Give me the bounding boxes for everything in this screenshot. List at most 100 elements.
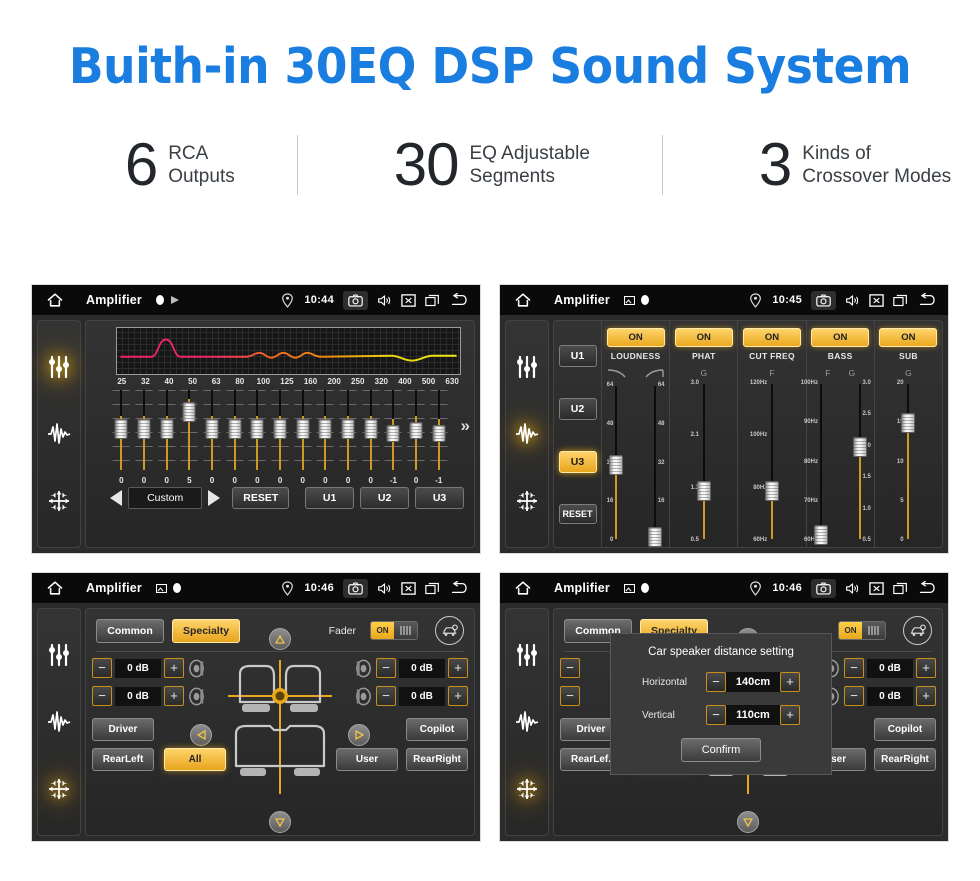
gain-plus-button[interactable]: + [916,686,936,706]
crossover-on-button[interactable]: ON [879,328,938,347]
crossover-on-button[interactable]: ON [743,328,801,347]
camera-button[interactable] [343,290,368,310]
balance-icon[interactable] [514,488,540,514]
eq-band-slider[interactable]: 0 [246,388,269,485]
eq-slider-knob[interactable] [409,422,423,439]
seat-rearright-button[interactable]: RearRight [874,748,936,771]
eq-band-slider[interactable]: 5 [178,388,201,485]
eq-band-slider[interactable]: 0 [223,388,246,485]
eq-band-slider[interactable]: 0 [133,388,156,485]
eq-slider-knob[interactable] [273,419,287,439]
fader-down-button[interactable] [269,811,291,833]
fader-down-button[interactable] [737,811,759,833]
gain-plus-button[interactable]: + [164,658,184,678]
camera-button[interactable] [343,578,368,598]
seat-copilot-button[interactable]: Copilot [406,718,468,741]
eq-band-slider[interactable]: 0 [337,388,360,485]
reset-button[interactable]: RESET [232,487,290,509]
eq-slider-knob[interactable] [432,425,446,443]
camera-button[interactable] [811,578,836,598]
preset-u2-button[interactable]: U2 [360,487,410,509]
preset-prev-button[interactable] [110,490,122,506]
chevron-double-right-icon[interactable]: » [461,417,470,434]
gain-plus-button[interactable]: + [164,686,184,706]
crossover-on-button[interactable]: ON [606,328,665,347]
horizontal-plus-button[interactable]: + [780,672,800,692]
home-icon[interactable] [46,580,64,596]
eq-slider-knob[interactable] [182,402,196,423]
crossover-slider[interactable]: 100Hz 90Hz 80Hz 70Hz 60Hz [801,380,834,546]
preset-u1-button[interactable]: U1 [558,344,597,367]
horizontal-minus-button[interactable]: − [706,672,726,692]
gain-minus-button[interactable]: − [92,658,112,678]
gain-plus-button[interactable]: + [916,658,936,678]
close-box-icon[interactable] [401,581,416,596]
camera-button[interactable] [811,290,836,310]
preset-u3-button[interactable]: U3 [558,450,597,473]
recents-icon[interactable] [425,293,440,308]
home-icon[interactable] [514,292,532,308]
eq-band-slider[interactable]: 0 [314,388,337,485]
seat-all-button[interactable]: All [164,748,226,771]
confirm-button[interactable]: Confirm [681,738,761,762]
waveform-icon[interactable] [514,709,540,735]
crossover-slider[interactable]: 644832160 [643,382,668,547]
eq-band-slider[interactable]: 0 [291,388,314,485]
preset-u1-button[interactable]: U1 [305,487,355,509]
crossover-knob[interactable] [852,437,867,458]
gain-minus-button[interactable]: − [376,686,396,706]
eq-slider-knob[interactable] [296,419,310,439]
preset-next-button[interactable] [208,490,221,506]
eq-slider-knob[interactable] [160,419,174,439]
balance-icon[interactable] [46,776,72,802]
fader-toggle[interactable]: ON [838,621,886,640]
gain-minus-button-left-2[interactable]: − [560,686,580,706]
eq-band-slider[interactable]: 0 [269,388,292,485]
gain-minus-button[interactable]: − [844,686,864,706]
fader-right-button[interactable] [348,724,370,746]
close-box-icon[interactable] [869,581,884,596]
crossover-slider[interactable]: 644832160 [604,382,629,543]
eq-slider-knob[interactable] [386,425,400,443]
eq-slider-knob[interactable] [228,419,242,439]
eq-band-slider[interactable]: 0 [110,388,133,485]
preset-u2-button[interactable]: U2 [558,397,597,420]
recents-icon[interactable] [893,581,908,596]
crossover-knob[interactable] [901,412,916,433]
seat-rearright-button[interactable]: RearRight [406,748,468,771]
seat-rearleft-button[interactable]: RearLeft [92,748,154,771]
waveform-icon[interactable] [46,421,72,447]
gain-plus-button[interactable]: + [448,658,468,678]
volume-icon[interactable] [845,293,860,308]
eq-slider-knob[interactable] [137,419,151,439]
balance-icon[interactable] [46,488,72,514]
volume-icon[interactable] [377,293,392,308]
eq-sliders-icon[interactable] [46,354,72,380]
crossover-knob[interactable] [813,525,828,546]
waveform-icon[interactable] [514,421,540,447]
preset-name[interactable]: Custom [128,487,203,509]
eq-band-slider[interactable]: -1 [382,388,405,485]
crossover-slider[interactable]: 120Hz 100Hz 80Hz 60Hz [750,380,792,543]
back-arrow-icon[interactable] [449,293,470,307]
crossover-knob[interactable] [765,481,779,502]
back-arrow-icon[interactable] [917,581,938,595]
crossover-slider[interactable]: 3.0 2.5 2.0 1.5 1.0 0.5 [847,380,872,543]
crossover-slider[interactable]: 3.0 2.1 1.3 0.5 [684,380,724,543]
seat-user-button[interactable]: User [336,748,398,771]
waveform-icon[interactable] [46,709,72,735]
vertical-minus-button[interactable]: − [706,705,726,725]
close-box-icon[interactable] [869,293,884,308]
fader-left-button[interactable] [190,724,212,746]
balance-icon[interactable] [514,776,540,802]
seat-copilot-button[interactable]: Copilot [874,718,936,741]
eq-slider-knob[interactable] [114,419,128,439]
crossover-knob[interactable] [696,481,711,502]
reset-button[interactable]: RESET [558,503,597,524]
eq-band-slider[interactable]: 0 [155,388,178,485]
eq-slider-knob[interactable] [250,419,264,439]
eq-sliders-icon[interactable] [46,642,72,668]
gain-minus-button-left-1[interactable]: − [560,658,580,678]
crossover-knob[interactable] [609,454,624,475]
car-gear-icon[interactable] [903,616,932,645]
